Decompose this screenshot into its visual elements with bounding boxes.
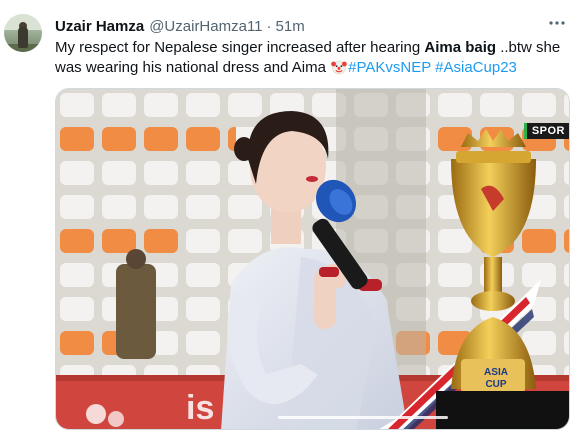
tweet-media-image[interactable]: is ASIA CUP SPOR [55, 88, 570, 430]
avatar-figure [18, 26, 28, 48]
svg-text:CUP: CUP [485, 379, 506, 390]
tweet-text-part-1: My respect for Nepalese singer increased… [55, 39, 425, 56]
header-separator: · [266, 17, 272, 35]
tweet-text: My respect for Nepalese singer increased… [55, 38, 570, 78]
svg-text:ASIA: ASIA [484, 367, 508, 378]
broadcaster-logo: SPOR [523, 123, 569, 139]
tweet-header: Uzair Hamza @UzairHamza11 · 51m [55, 16, 305, 36]
author-handle[interactable]: @UzairHamza11 [149, 18, 262, 35]
hashtag-asiacup23[interactable]: #AsiaCup23 [435, 59, 517, 76]
more-horizontal-icon [549, 21, 565, 25]
avatar[interactable] [4, 14, 42, 52]
media-scrub-bar [278, 416, 448, 419]
svg-text:is: is [186, 389, 214, 427]
hashtag-pakvsnep[interactable]: #PAKvsNEP [348, 59, 431, 76]
tweet-text-bold: Aima baig [424, 39, 497, 56]
author-name[interactable]: Uzair Hamza [55, 18, 144, 35]
tweet-card[interactable]: Uzair Hamza @UzairHamza11 · 51m My respe… [0, 0, 576, 436]
more-options-button[interactable] [546, 12, 568, 34]
stadium-scene: is ASIA CUP [56, 89, 569, 429]
tweet-timestamp[interactable]: 51m [276, 18, 305, 35]
clown-face-icon [331, 60, 347, 75]
